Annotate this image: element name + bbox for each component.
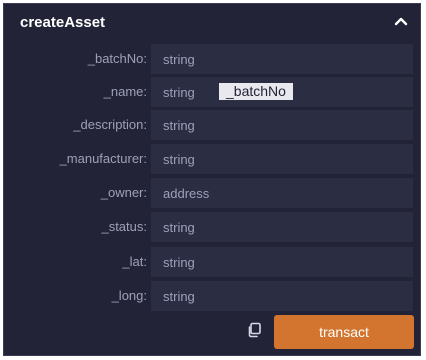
param-label-long: _long: (111, 288, 147, 303)
param-label-manufacturer: _manufacturer: (59, 151, 147, 166)
param-label-status: _status: (101, 219, 147, 234)
function-title: createAsset (20, 14, 106, 31)
function-panel: createAsset _batchNo: _name: _batchNo _d… (3, 3, 421, 356)
param-row-owner: _owner: (4, 178, 420, 208)
param-row-description: _description: (4, 110, 420, 140)
manufacturer-input[interactable] (151, 144, 413, 174)
param-label-batchno: _batchNo: (87, 51, 147, 66)
param-label-name: _name: (103, 84, 147, 99)
param-row-manufacturer: _manufacturer: (4, 144, 420, 174)
lat-input[interactable] (151, 247, 413, 277)
chevron-up-icon[interactable] (392, 13, 410, 31)
copy-icon[interactable] (246, 322, 262, 338)
param-label-description: _description: (73, 117, 147, 132)
param-row-name: _name: _batchNo (4, 77, 420, 107)
hover-tooltip: _batchNo (219, 83, 293, 100)
param-row-lat: _lat: (4, 247, 420, 277)
param-label-lat: _lat: (122, 254, 147, 269)
batchno-input[interactable] (151, 44, 413, 74)
owner-input[interactable] (151, 178, 413, 208)
param-row-batchno: _batchNo: (4, 44, 420, 74)
description-input[interactable] (151, 110, 413, 140)
transact-button[interactable]: transact (274, 315, 414, 349)
status-input[interactable] (151, 212, 413, 242)
long-input[interactable] (151, 281, 413, 311)
param-label-owner: _owner: (100, 185, 147, 200)
param-row-long: _long: (4, 281, 420, 311)
panel-header: createAsset (4, 4, 420, 40)
param-row-status: _status: (4, 212, 420, 242)
